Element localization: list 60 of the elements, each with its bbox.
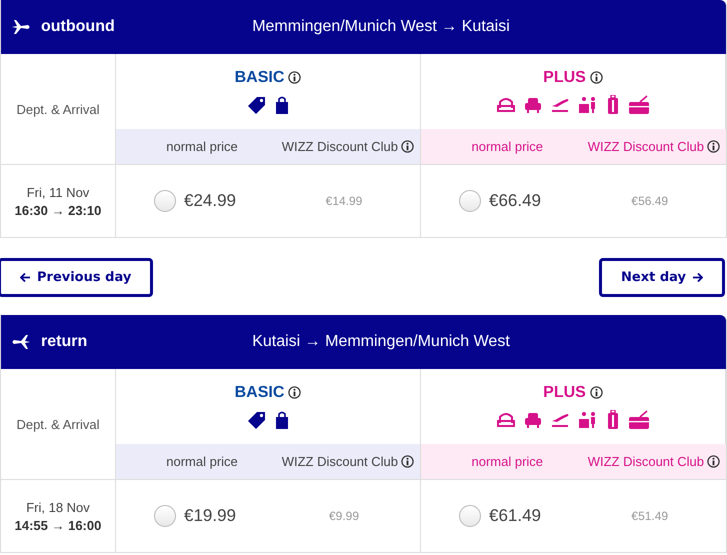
club-price: €9.99: [328, 509, 360, 523]
club-price: €51.49: [630, 509, 670, 523]
club-price-label: WIZZ Discount Club: [588, 139, 704, 154]
price-tag-icon: [247, 410, 267, 430]
club-price-label: WIZZ Discount Club: [282, 454, 398, 469]
previous-day-button[interactable]: Previous day: [0, 258, 154, 297]
direction-label: outbound: [41, 18, 115, 36]
club-price: €14.99: [324, 194, 364, 208]
info-icon[interactable]: [288, 386, 302, 399]
suitcase-icon: [606, 94, 620, 114]
route-title: Kutaisi → Memmingen/Munich West: [251, 333, 511, 351]
seat-icon: [496, 96, 516, 114]
airplane-icon: [11, 18, 31, 36]
fare-name: PLUS: [543, 68, 586, 86]
next-day-button[interactable]: Next day: [599, 258, 725, 297]
bag-icon: [628, 410, 650, 430]
fare-radio[interactable]: [154, 505, 176, 527]
fare-price: €19.99: [184, 506, 236, 526]
left-arrow-icon: [20, 272, 31, 283]
bag-icon: [628, 94, 650, 114]
airplane-icon: [11, 333, 31, 351]
armchair-icon: [524, 410, 542, 428]
handbag-icon: [275, 410, 289, 430]
fare-price: €61.49: [489, 506, 541, 526]
direction-label: return: [41, 333, 88, 351]
normal-price-label: normal price: [165, 139, 239, 154]
info-icon[interactable]: [707, 455, 720, 468]
normal-price-label: normal price: [165, 454, 239, 469]
route-title: Memmingen/Munich West → Kutaisi: [251, 18, 511, 36]
check-in-desk-icon: [578, 410, 598, 428]
club-price-label: WIZZ Discount Club: [588, 454, 704, 469]
fare-radio[interactable]: [154, 190, 176, 212]
right-arrow-icon: [692, 272, 703, 283]
fare-name: PLUS: [543, 384, 586, 402]
info-icon[interactable]: [401, 140, 414, 153]
info-icon[interactable]: [288, 71, 302, 84]
suitcase-icon: [606, 410, 620, 430]
club-price-label: WIZZ Discount Club: [282, 139, 398, 154]
fare-price: €66.49: [489, 191, 541, 211]
fare-price: €24.99: [184, 191, 236, 211]
info-icon[interactable]: [590, 71, 603, 84]
normal-price-label: normal price: [470, 139, 544, 154]
check-in-desk-icon: [578, 96, 598, 114]
price-tag-icon: [247, 94, 267, 114]
info-icon[interactable]: [590, 386, 603, 399]
fare-name: BASIC: [234, 68, 284, 86]
flight-times: 14:55 → 16:00: [14, 518, 102, 532]
club-price: €56.49: [630, 194, 670, 208]
fare-radio[interactable]: [459, 505, 481, 527]
handbag-icon: [275, 94, 289, 114]
fare-name: BASIC: [234, 384, 284, 402]
flight-times: 16:30 → 23:10: [14, 202, 102, 218]
normal-price-label: normal price: [470, 454, 544, 469]
flight-date: Fri, 11 Nov: [26, 184, 90, 200]
flight-date: Fri, 18 Nov: [26, 500, 90, 514]
info-icon[interactable]: [401, 455, 414, 468]
seat-icon: [496, 410, 516, 428]
fare-radio[interactable]: [459, 190, 481, 212]
info-icon[interactable]: [707, 140, 720, 153]
armchair-icon: [524, 96, 542, 114]
